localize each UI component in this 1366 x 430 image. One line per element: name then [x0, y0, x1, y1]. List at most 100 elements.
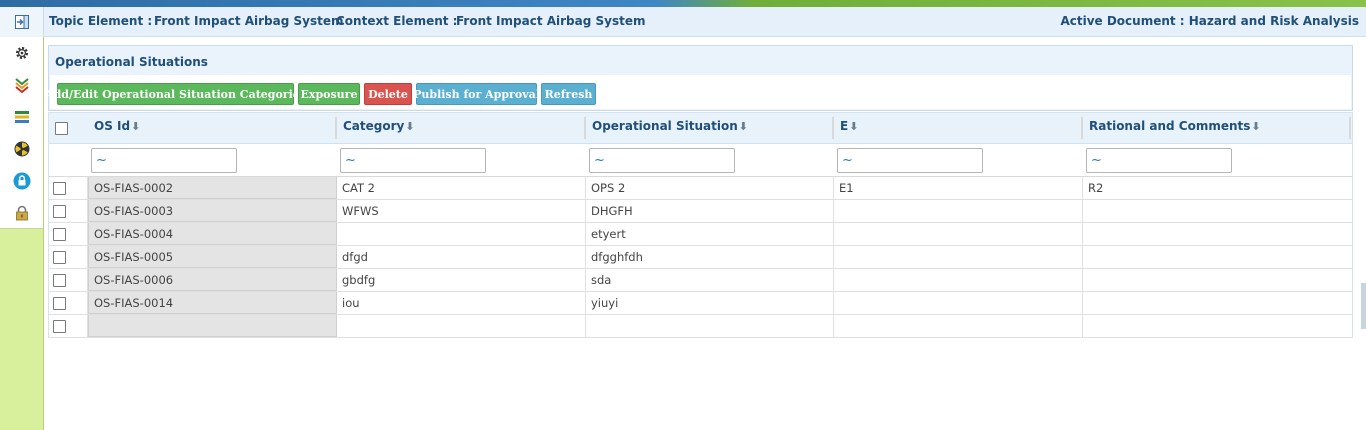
comments-cell[interactable] — [1083, 292, 1351, 314]
category-cell[interactable]: iou — [337, 292, 585, 314]
row-checkbox[interactable] — [53, 228, 66, 241]
situation-cell[interactable]: dfgghfdh — [586, 246, 834, 268]
context-element-value: Front Impact Airbag System — [456, 14, 646, 28]
category-cell[interactable]: gbdfg — [337, 269, 585, 291]
row-checkbox[interactable] — [53, 251, 66, 264]
sidebar-expand-button[interactable] — [0, 69, 43, 101]
row-checkbox[interactable] — [53, 205, 66, 218]
sort-down-icon: ⬇ — [849, 120, 859, 133]
comments-cell[interactable] — [1083, 223, 1351, 245]
e-filter-input[interactable]: ~ — [837, 148, 983, 173]
grid-header: OS Id⬇ Category⬇ Operational Situation⬇ … — [49, 113, 1352, 144]
expand-panel-button[interactable] — [0, 7, 44, 37]
category-cell[interactable] — [337, 223, 585, 245]
sort-down-icon: ⬇ — [131, 120, 141, 133]
situation-cell[interactable]: sda — [586, 269, 834, 291]
e-cell[interactable] — [834, 315, 1082, 337]
add-edit-categories-button[interactable]: Add/Edit Operational Situation Categorie… — [45, 83, 306, 105]
table-row[interactable]: OS-FIAS-0006 gbdfg sda — [49, 269, 1352, 292]
panel-title: Operational Situations — [55, 55, 208, 69]
situation-filter-input[interactable]: ~ — [589, 148, 735, 173]
comments-filter-input[interactable]: ~ — [1086, 148, 1232, 173]
column-header-e[interactable]: E⬇ — [840, 119, 858, 133]
sidebar-hazard-button[interactable] — [0, 133, 43, 165]
table-row[interactable]: OS-FIAS-0002 CAT 2 OPS 2 E1 R2 — [49, 177, 1352, 200]
column-resizer[interactable] — [1349, 117, 1351, 139]
sidebar-layers-button[interactable] — [0, 101, 43, 133]
situation-cell[interactable]: yiuyi — [586, 292, 834, 314]
delete-button[interactable]: Delete — [364, 83, 412, 105]
row-checkbox[interactable] — [53, 297, 66, 310]
expand-icon — [14, 15, 29, 29]
sidebar-settings-button[interactable] — [0, 37, 43, 69]
e-cell[interactable] — [834, 292, 1082, 314]
os-id-cell[interactable]: OS-FIAS-0005 — [88, 246, 337, 268]
sidebar-security-button[interactable] — [0, 165, 43, 197]
sidebar-tool-group — [0, 37, 43, 229]
comments-cell[interactable] — [1083, 246, 1351, 268]
situation-cell[interactable]: DHGFH — [586, 200, 834, 222]
os-id-filter-input[interactable]: ~ — [91, 148, 237, 173]
operational-situations-grid: OS Id⬇ Category⬇ Operational Situation⬇ … — [48, 112, 1353, 338]
comments-cell[interactable] — [1083, 269, 1351, 291]
padlock-icon — [15, 205, 28, 221]
column-header-os-id[interactable]: OS Id⬇ — [94, 119, 140, 133]
layers-icon — [14, 111, 29, 123]
column-header-category[interactable]: Category⬇ — [343, 119, 415, 133]
chevrons-down-icon — [14, 78, 29, 93]
situation-cell[interactable]: etyert — [586, 223, 834, 245]
comments-cell[interactable] — [1083, 200, 1351, 222]
publish-for-approval-button[interactable]: Publish for Approval — [413, 83, 540, 105]
operational-situations-panel: Operational Situations Add/Edit Operatio… — [45, 45, 1353, 111]
exposure-button[interactable]: Exposure — [298, 83, 360, 105]
os-id-cell[interactable]: OS-FIAS-0002 — [88, 177, 337, 199]
category-cell[interactable]: CAT 2 — [337, 177, 585, 199]
os-id-cell[interactable]: OS-FIAS-0014 — [88, 292, 337, 314]
situation-cell[interactable] — [586, 315, 834, 337]
active-document-label: Active Document : Hazard and Risk Analys… — [1060, 14, 1359, 28]
situation-cell[interactable]: OPS 2 — [586, 177, 834, 199]
table-row[interactable]: OS-FIAS-0004 etyert — [49, 223, 1352, 246]
os-id-cell[interactable] — [88, 315, 337, 337]
top-accent-stripe — [0, 0, 1366, 7]
column-resizer[interactable] — [1081, 117, 1083, 139]
context-element-label: Context Element : — [336, 14, 458, 28]
lock-circle-icon — [13, 172, 30, 190]
column-resizer[interactable] — [335, 117, 337, 139]
table-row[interactable]: OS-FIAS-0014 iou yiuyi — [49, 292, 1352, 315]
table-row[interactable]: OS-FIAS-0003 WFWS DHGFH — [49, 200, 1352, 223]
sort-down-icon: ⬇ — [1251, 120, 1261, 133]
sort-down-icon: ⬇ — [738, 120, 748, 133]
row-checkbox[interactable] — [53, 274, 66, 287]
comments-cell[interactable]: R2 — [1083, 177, 1351, 199]
e-cell[interactable] — [834, 269, 1082, 291]
os-id-cell[interactable]: OS-FIAS-0006 — [88, 269, 337, 291]
os-id-cell[interactable]: OS-FIAS-0004 — [88, 223, 337, 245]
e-cell[interactable]: E1 — [834, 177, 1082, 199]
column-resizer[interactable] — [832, 117, 834, 139]
column-header-rational-and-comments[interactable]: Rational and Comments⬇ — [1089, 119, 1261, 133]
category-filter-input[interactable]: ~ — [340, 148, 486, 173]
e-cell[interactable] — [834, 246, 1082, 268]
comments-cell[interactable] — [1083, 315, 1351, 337]
left-sidebar — [0, 37, 44, 430]
select-all-checkbox[interactable] — [55, 122, 68, 135]
topic-element-label: Topic Element : — [49, 14, 153, 28]
e-cell[interactable] — [834, 200, 1082, 222]
os-id-cell[interactable]: OS-FIAS-0003 — [88, 200, 337, 222]
column-resizer[interactable] — [584, 117, 586, 139]
table-row[interactable]: OS-FIAS-0005 dfgd dfgghfdh — [49, 246, 1352, 269]
table-row[interactable] — [49, 315, 1352, 338]
category-cell[interactable]: dfgd — [337, 246, 585, 268]
sidebar-locked-button[interactable] — [0, 197, 43, 229]
category-cell[interactable] — [337, 315, 585, 337]
e-cell[interactable] — [834, 223, 1082, 245]
row-checkbox[interactable] — [53, 182, 66, 195]
row-checkbox[interactable] — [53, 320, 66, 333]
topic-element-value: Front Impact Airbag System — [154, 14, 344, 28]
page-scrollbar-thumb[interactable] — [1361, 283, 1366, 329]
refresh-button[interactable]: Refresh — [541, 83, 596, 105]
column-header-operational-situation[interactable]: Operational Situation⬇ — [592, 119, 748, 133]
category-cell[interactable]: WFWS — [337, 200, 585, 222]
filter-row: ~ ~ ~ ~ ~ — [49, 144, 1352, 177]
